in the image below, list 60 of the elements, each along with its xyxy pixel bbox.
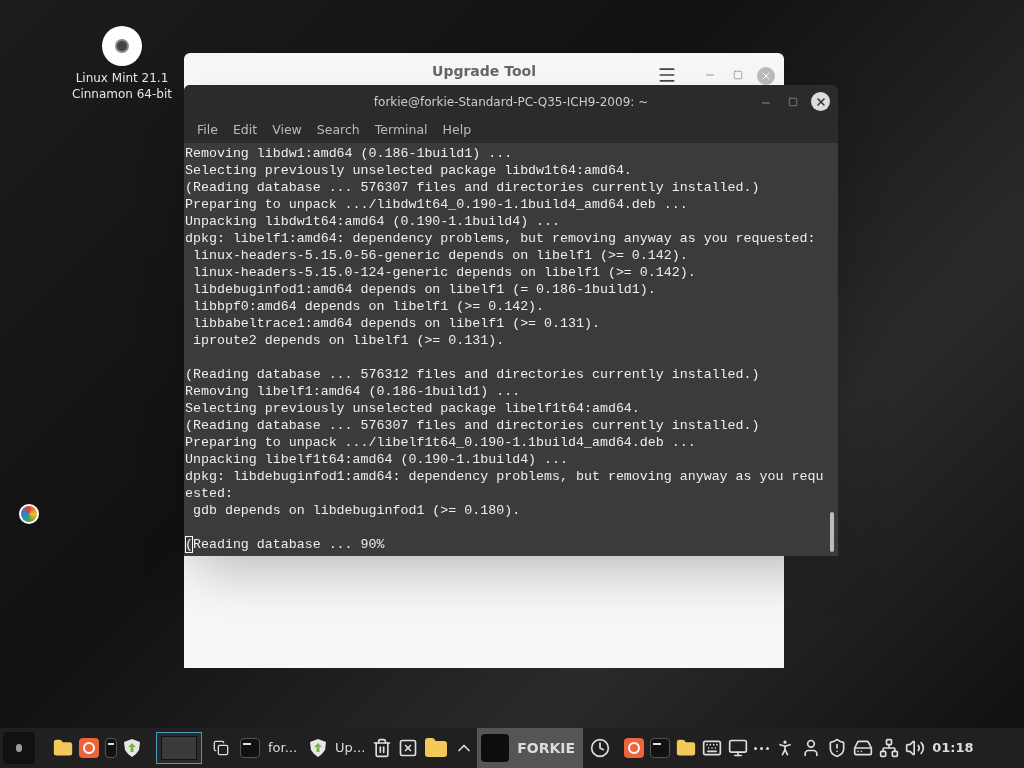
terminal-line: Preparing to unpack .../libelf1t64_0.190-1.1build4_amd64.deb ...	[185, 434, 696, 451]
terminal-line: gdb depends on libdebuginfod1 (>= 0.180).	[191, 502, 521, 519]
shield-icon	[309, 738, 328, 758]
terminal-line: dpkg: libelf1:amd64: dependency problems, but removing anyway as you requested:	[185, 230, 816, 247]
close-icon[interactable]	[811, 92, 830, 111]
window-button[interactable]: Up...	[309, 728, 370, 768]
menu-icon[interactable]	[657, 65, 677, 85]
terminal-line: ested:	[185, 485, 233, 502]
keyboard-icon	[702, 738, 723, 758]
window-title: forkie@forkie-Standard-PC-Q35-ICH9-2009: ~	[373, 93, 649, 111]
clock-icon	[590, 738, 611, 758]
menu-item[interactable]: Search	[311, 121, 365, 140]
terminal-line: dpkg: libdebuginfod1:amd64: dependency problems, but removing anyway as you requ	[185, 468, 824, 485]
menu-item[interactable]: File	[192, 121, 223, 140]
terminal-line: linux-headers-5.15.0-56-generic depends on libelf1 (>= 0.142).	[191, 247, 688, 264]
monitor-icon	[728, 738, 749, 758]
terminal-line: libbabeltrace1:amd64 depends on libelf1 (>= 0.131).	[191, 315, 600, 332]
terminal-line: Unpacking libelf1t64:amd64 (0.190-1.1build4) ...	[185, 451, 568, 468]
more-icon	[754, 746, 770, 750]
browser-icon	[624, 738, 645, 758]
browser-icon	[79, 738, 99, 758]
terminal-line: Preparing to unpack .../libdw1t64_0.190-1.1build4_amd64.deb ...	[185, 196, 688, 213]
menu-item[interactable]: Edit	[227, 121, 263, 140]
workspace-button[interactable]: FORKIE	[477, 728, 584, 768]
menu-item[interactable]: View	[267, 121, 307, 140]
color-wheel-icon	[19, 504, 39, 524]
clock[interactable]: 01:18	[928, 728, 978, 768]
terminal-line: libdebuginfod1:amd64 depends on libelf1 (= 0.186-1build1).	[191, 281, 656, 298]
volume-icon	[905, 738, 926, 758]
scrollbar-thumb[interactable]	[830, 512, 834, 552]
terminal-line: (Reading database ... 576307 files and directories currently installed.)	[185, 179, 760, 196]
folder-icon	[424, 736, 449, 760]
shield-icon	[123, 738, 141, 758]
menu-item[interactable]: Help	[437, 121, 477, 140]
desktop-icon-label[interactable]: Linux Mint 21.1 Cinnamon 64-bit	[72, 70, 172, 102]
terminal-icon	[650, 738, 671, 758]
crossed-window-icon	[398, 738, 419, 758]
workspace-switcher[interactable]	[156, 732, 202, 764]
folder-icon	[676, 738, 697, 758]
terminal-line: Unpacking libdw1t64:amd64 (0.190-1.1build4) ...	[185, 213, 561, 230]
trash-icon	[372, 738, 393, 758]
maximize-icon[interactable]	[788, 97, 798, 107]
network-icon	[879, 738, 900, 758]
window-title: Upgrade Tool	[432, 61, 536, 81]
drive-icon	[853, 738, 874, 758]
terminal-line: (Reading database ... 576312 files and directories currently installed.)	[185, 366, 760, 383]
shield-icon	[827, 738, 848, 758]
terminal-line: Removing libelf1:amd64 (0.186-1build1) ...	[185, 383, 521, 400]
terminal-line: (Reading database ... 576307 files and directories currently installed.)	[185, 417, 760, 434]
terminal-line: Removing libdw1:amd64 (0.186-1build1) ...	[185, 145, 513, 162]
terminal-line: iproute2 depends on libelf1 (>= 0.131).	[191, 332, 505, 349]
windows-icon	[213, 740, 229, 756]
menu-item[interactable]: Terminal	[369, 121, 433, 140]
terminal-icon	[240, 738, 260, 758]
terminal-icon	[105, 738, 117, 758]
window-button[interactable]: for...	[240, 728, 302, 768]
terminal-line: linux-headers-5.15.0-124-generic depends on libelf1 (>= 0.142).	[191, 264, 696, 281]
terminal-line: Selecting previously unselected package libelf1t64:amd64.	[185, 400, 640, 417]
terminal-line: libbpf0:amd64 depends on libelf1 (>= 0.142).	[191, 298, 545, 315]
terminal-line: Selecting previously unselected package libdw1t64:amd64.	[185, 162, 632, 179]
